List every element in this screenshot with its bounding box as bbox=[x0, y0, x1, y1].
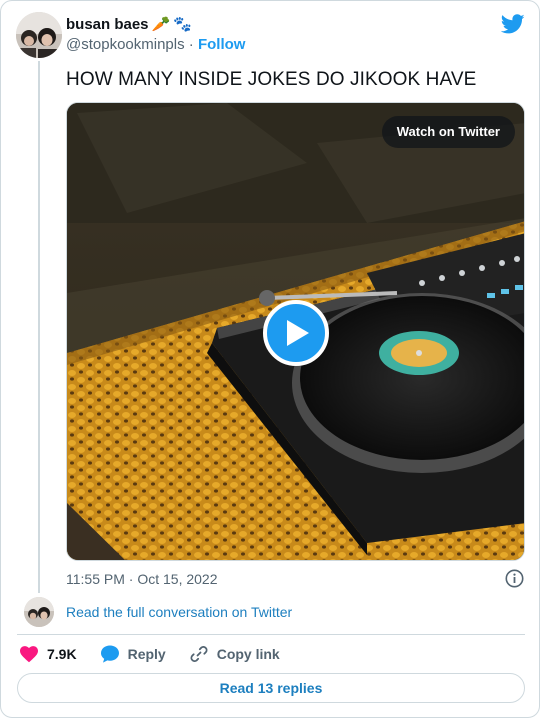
play-icon bbox=[287, 320, 309, 346]
handle-row: @stopkookminpls · Follow bbox=[66, 35, 245, 55]
video-media[interactable]: Watch on Twitter bbox=[66, 102, 525, 561]
divider bbox=[17, 634, 525, 635]
paw-prints-emoji: 🐾 bbox=[173, 16, 192, 33]
author-avatar[interactable] bbox=[16, 12, 62, 58]
author-handle[interactable]: @stopkookminpls bbox=[66, 36, 185, 53]
follow-link[interactable]: Follow bbox=[198, 36, 246, 53]
separator-dot: · bbox=[188, 36, 194, 53]
link-icon bbox=[188, 643, 210, 665]
thread-line bbox=[38, 61, 40, 593]
like-button[interactable]: 7.9K bbox=[18, 643, 77, 665]
author-block: busan baes 🥕 🐾 @stopkookminpls · Follow bbox=[66, 15, 245, 55]
copy-link-label: Copy link bbox=[216, 646, 280, 662]
carrot-emoji: 🥕 bbox=[151, 16, 171, 33]
tweet-timestamp[interactable]: 11:55 PM · Oct 15, 2022 bbox=[66, 569, 218, 589]
tweet-embed-card: busan baes 🥕 🐾 @stopkookminpls · Follow … bbox=[0, 0, 540, 718]
play-button[interactable] bbox=[263, 300, 329, 366]
tweet-text: HOW MANY INSIDE JOKES DO JIKOOK HAVE bbox=[66, 69, 477, 90]
author-name-row[interactable]: busan baes 🥕 🐾 bbox=[66, 15, 245, 34]
author-name[interactable]: busan baes bbox=[66, 15, 149, 34]
info-icon[interactable] bbox=[505, 569, 524, 588]
like-count: 7.9K bbox=[47, 646, 77, 662]
author-avatar-small bbox=[24, 597, 54, 627]
reply-bubble-icon bbox=[99, 643, 121, 665]
twitter-bird-icon[interactable] bbox=[500, 12, 525, 36]
read-full-conversation-link[interactable]: Read the full conversation on Twitter bbox=[66, 603, 292, 621]
read-replies-button[interactable]: Read 13 replies bbox=[17, 673, 525, 703]
copy-link-button[interactable]: Copy link bbox=[188, 643, 280, 665]
reply-button[interactable]: Reply bbox=[99, 643, 166, 665]
action-bar: 7.9K Reply Copy link bbox=[18, 642, 302, 666]
watch-on-twitter-button[interactable]: Watch on Twitter bbox=[381, 116, 515, 148]
reply-label: Reply bbox=[127, 646, 166, 662]
heart-icon bbox=[18, 643, 40, 665]
